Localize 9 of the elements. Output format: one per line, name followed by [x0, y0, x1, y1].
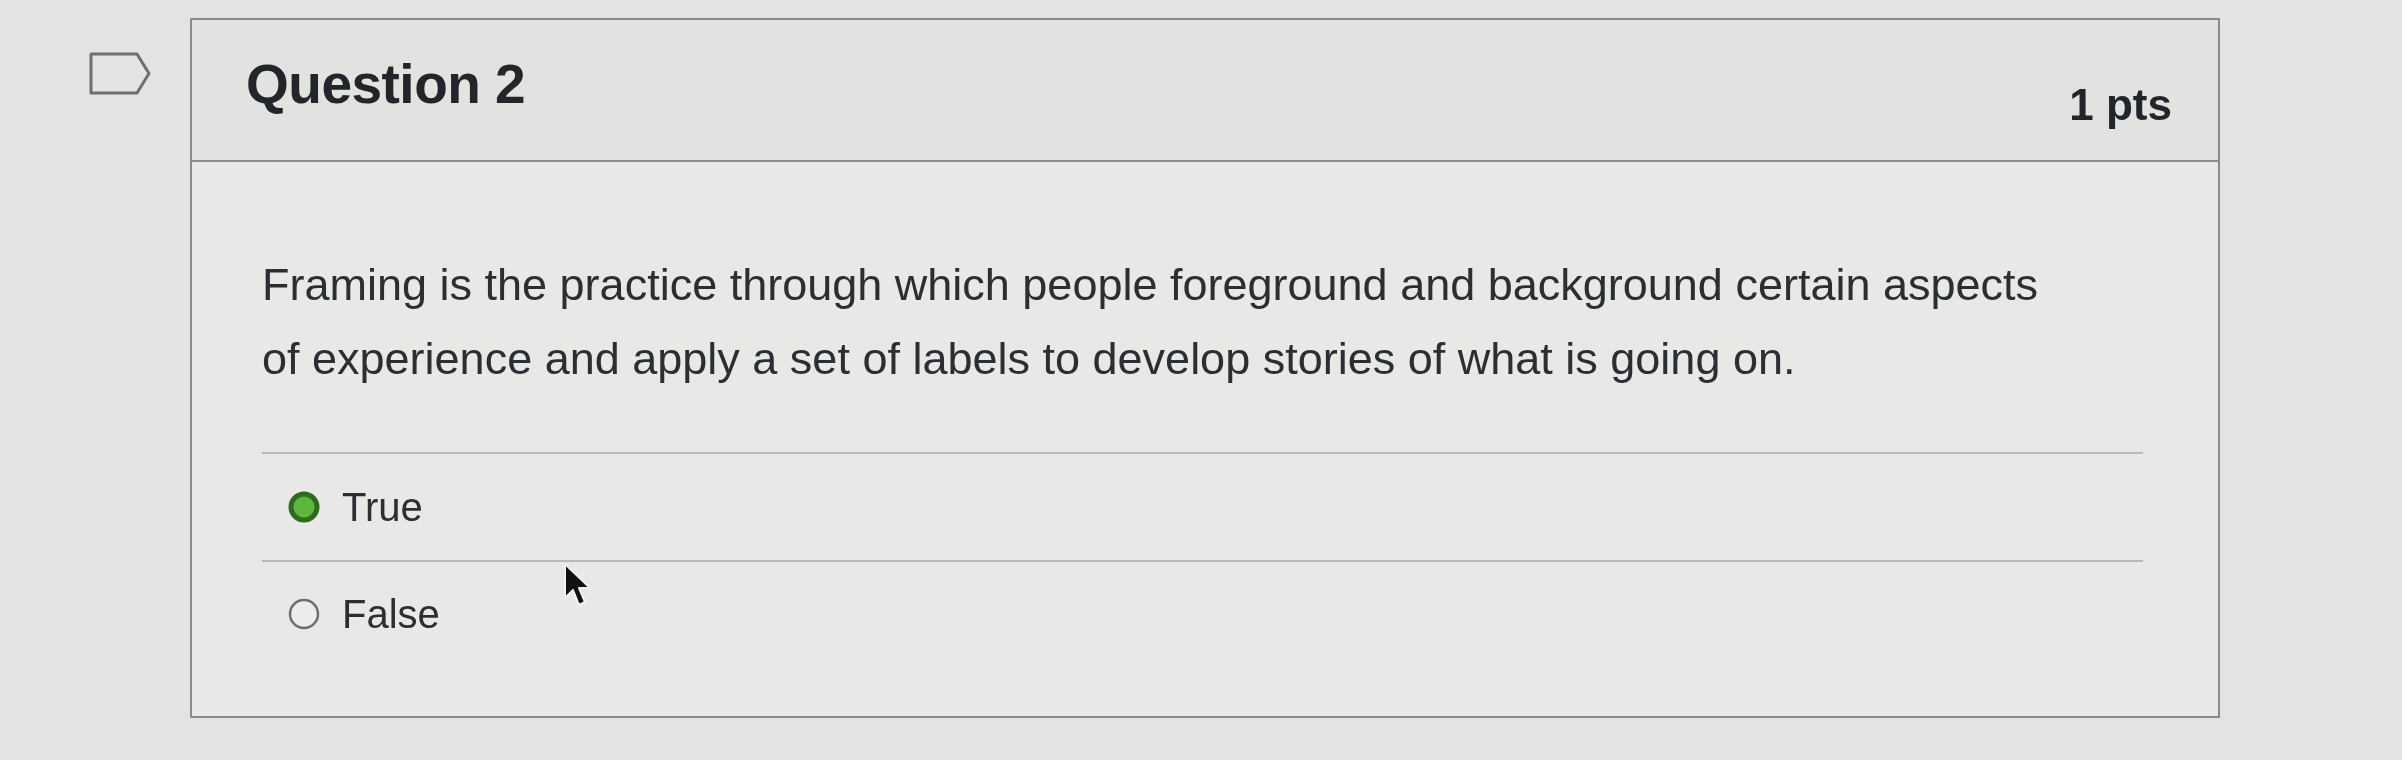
cursor-icon — [563, 562, 593, 608]
answer-label[interactable]: False — [342, 591, 440, 637]
radio-button[interactable] — [288, 598, 320, 630]
bookmark-flag-icon[interactable] — [89, 52, 151, 95]
answer-label[interactable]: True — [342, 484, 423, 530]
radio-button[interactable] — [288, 491, 320, 523]
question-text: Framing is the practice through which people foreground and background certain aspects of experience and apply a set of labels to develop stories of what is going on. — [262, 258, 2040, 386]
question-title: Question 2 — [246, 52, 526, 116]
points-label: 1 pts — [2069, 80, 2172, 130]
